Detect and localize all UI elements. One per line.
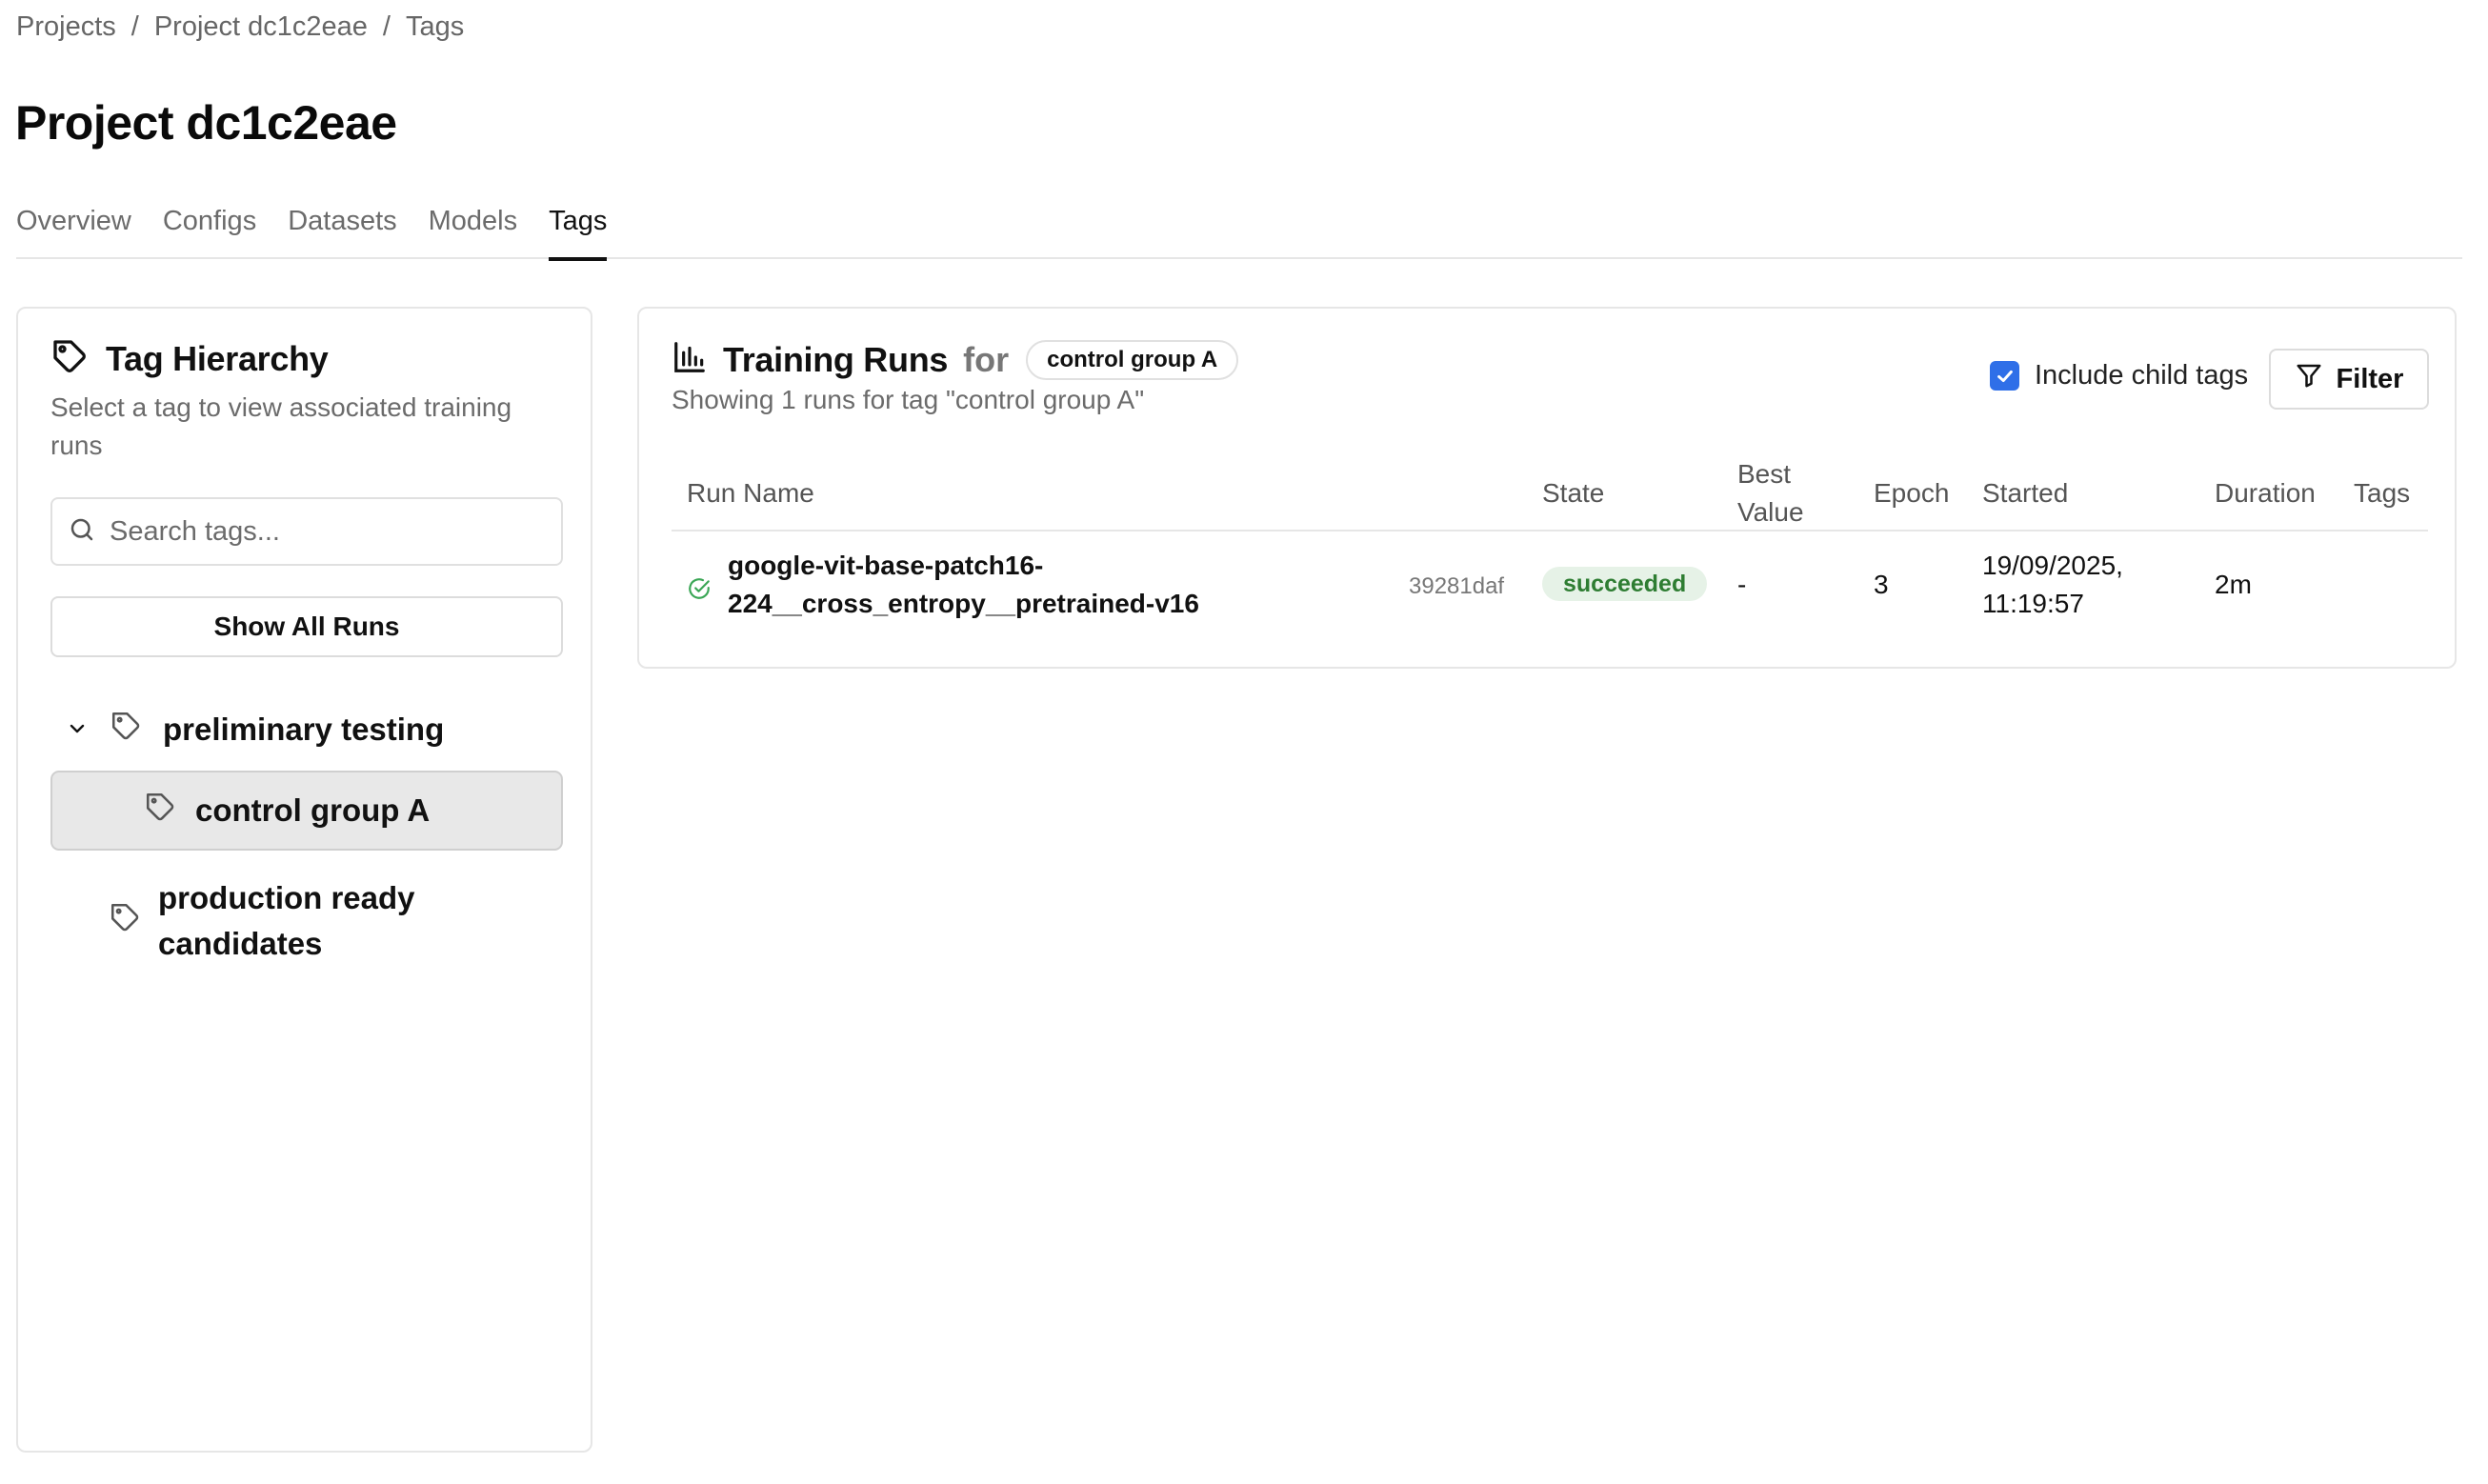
column-header-epoch[interactable]: Epoch (1874, 474, 1949, 512)
training-runs-header: Training Runs for control group A (672, 339, 1239, 380)
tag-icon (144, 791, 176, 831)
run-name[interactable]: google-vit-base-patch16- 224__cross_entr… (728, 547, 1199, 623)
duration-cell: 2m (2215, 570, 2252, 599)
best-value-cell: - (1737, 570, 1747, 599)
tab-datasets[interactable]: Datasets (288, 198, 396, 259)
column-header-run-name[interactable]: Run Name (687, 474, 814, 512)
column-header-state[interactable]: State (1542, 474, 1604, 512)
tree-item-label: control group A (195, 792, 431, 828)
tab-overview[interactable]: Overview (16, 198, 131, 259)
search-icon (68, 515, 96, 549)
column-header-best-value-line2: Value (1737, 497, 1804, 527)
breadcrumb-separator: / (130, 11, 139, 42)
column-header-best-value[interactable]: Best Value (1737, 455, 1804, 531)
tab-models[interactable]: Models (429, 198, 518, 259)
training-runs-title: Training Runs (723, 339, 949, 379)
filter-button[interactable]: Filter (2269, 349, 2429, 410)
include-child-tags-label: Include child tags (2035, 360, 2249, 391)
tab-tags[interactable]: Tags (549, 198, 608, 261)
show-all-runs-button[interactable]: Show All Runs (50, 596, 563, 657)
include-child-tags-toggle[interactable]: Include child tags (1990, 360, 2248, 391)
filter-icon (2295, 361, 2323, 397)
breadcrumb-projects[interactable]: Projects (16, 11, 116, 43)
epoch-cell: 3 (1874, 570, 1889, 599)
training-runs-subtitle: Showing 1 runs for tag "control group A" (672, 385, 1145, 414)
column-header-best-value-line1: Best (1737, 459, 1792, 489)
tag-hierarchy-title: Tag Hierarchy (106, 338, 329, 378)
breadcrumb-project[interactable]: Project dc1c2eae (154, 11, 368, 43)
search-input[interactable] (110, 515, 548, 548)
tag-icon (109, 901, 141, 941)
filter-label: Filter (2336, 363, 2404, 394)
table-header: Run Name State Best Value Epoch Started … (672, 451, 2428, 531)
chevron-down-icon[interactable] (66, 712, 89, 748)
breadcrumb-tags: Tags (405, 11, 465, 42)
table-row[interactable]: google-vit-base-patch16- 224__cross_entr… (672, 531, 2428, 644)
breadcrumb-separator: / (382, 11, 391, 42)
tab-bar: Overview Configs Datasets Models Tags (16, 198, 2462, 261)
bar-chart-icon (672, 339, 708, 380)
selected-tag-pill: control group A (1026, 339, 1239, 380)
include-child-tags-checkbox[interactable] (1990, 361, 2019, 391)
column-header-tags[interactable]: Tags (2354, 474, 2410, 512)
tree-item-label: production ready candidates (158, 875, 415, 967)
run-name-line1: google-vit-base-patch16- (728, 551, 1044, 580)
tag-icon (50, 337, 89, 380)
runs-table: Run Name State Best Value Epoch Started … (672, 451, 2428, 644)
breadcrumb: Projects / Project dc1c2eae / Tags (16, 11, 464, 43)
tree-item-preliminary-testing[interactable]: preliminary testing (66, 701, 444, 758)
column-header-duration[interactable]: Duration (2215, 474, 2316, 512)
search-box (50, 497, 563, 566)
tag-hierarchy-description: Select a tag to view associated training… (50, 392, 512, 460)
started-cell: 19/09/2025, 11:19:57 (1982, 547, 2123, 623)
for-label: for (963, 339, 1010, 379)
started-time: 11:19:57 (1982, 589, 2084, 618)
column-header-started[interactable]: Started (1982, 474, 2068, 512)
page-title: Project dc1c2eae (15, 96, 397, 150)
run-hash: 39281daf (1409, 573, 1505, 599)
tab-configs[interactable]: Configs (163, 198, 256, 259)
page: Projects / Project dc1c2eae / Tags Proje… (0, 0, 2488, 1484)
tag-hierarchy-panel: Tag Hierarchy Select a tag to view assoc… (16, 307, 592, 1453)
tree-item-label: preliminary testing (163, 712, 445, 747)
status-badge: succeeded (1542, 567, 1708, 601)
state-cell: succeeded (1542, 564, 1708, 603)
status-success-icon (687, 573, 712, 612)
tree-item-production-ready-candidates[interactable]: production ready candidates (109, 875, 415, 967)
training-runs-panel: Training Runs for control group A Showin… (637, 307, 2457, 669)
tag-icon (110, 710, 142, 750)
tag-hierarchy-header: Tag Hierarchy (50, 337, 329, 380)
tree-item-label-line2: candidates (158, 926, 323, 961)
run-name-line2: 224__cross_entropy__pretrained-v16 (728, 589, 1199, 618)
tree-item-control-group-a[interactable]: control group A (50, 771, 563, 851)
started-date: 19/09/2025, (1982, 551, 2123, 580)
tree-item-label-line1: production ready (158, 880, 415, 915)
